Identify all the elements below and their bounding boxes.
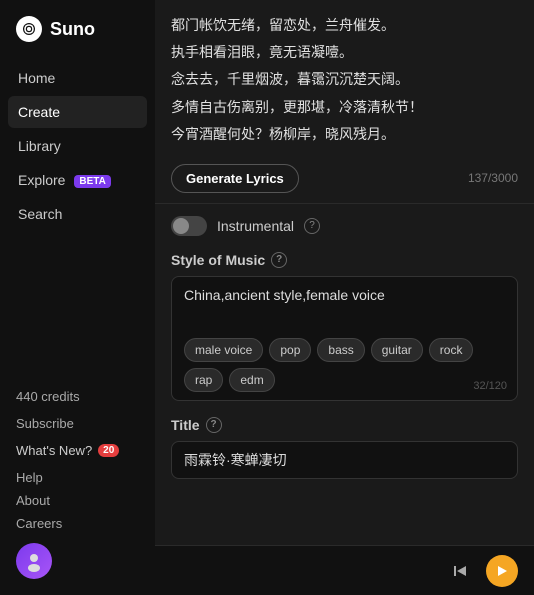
sidebar-logo: Suno [0, 16, 155, 62]
sidebar-item-create[interactable]: Create [8, 96, 147, 128]
notification-badge: 20 [98, 444, 119, 457]
style-tag-rock[interactable]: rock [429, 338, 474, 362]
generate-lyrics-row: Generate Lyrics 137/3000 [155, 156, 534, 204]
sidebar-bottom: 440 credits Subscribe What's New? 20 Hel… [0, 388, 155, 579]
instrumental-row: Instrumental ? [155, 204, 534, 248]
title-help-icon[interactable]: ? [206, 417, 222, 433]
style-help-icon[interactable]: ? [271, 252, 287, 268]
sidebar-item-home[interactable]: Home [8, 62, 147, 94]
player-spacer [155, 489, 534, 539]
generate-lyrics-button[interactable]: Generate Lyrics [171, 164, 299, 193]
lyrics-line-2: 执手相看泪眼，竟无语凝噎。 [171, 39, 518, 66]
style-section-label: Style of Music ? [171, 252, 518, 268]
lyrics-line-3: 念去去，千里烟波，暮霭沉沉楚天阔。 [171, 66, 518, 93]
lyrics-char-count: 137/3000 [468, 171, 518, 185]
instrumental-toggle[interactable] [171, 216, 207, 236]
user-avatar[interactable] [16, 543, 52, 579]
toggle-knob [173, 218, 189, 234]
lyrics-line-1: 都门帐饮无绪，留恋处，兰舟催发。 [171, 12, 518, 39]
style-tag-bass[interactable]: bass [317, 338, 364, 362]
style-textarea[interactable]: China,ancient style,female voice [184, 287, 505, 327]
main-content: 都门帐饮无绪，留恋处，兰舟催发。 执手相看泪眼，竟无语凝噎。 念去去，千里烟波，… [155, 0, 534, 595]
style-tags: male voice pop bass guitar rock rap edm [184, 338, 505, 392]
credits-display: 440 credits [16, 388, 139, 404]
title-input[interactable] [184, 452, 505, 468]
style-tag-guitar[interactable]: guitar [371, 338, 423, 362]
whats-new-item[interactable]: What's New? 20 [16, 443, 139, 458]
style-of-music-section: Style of Music ? China,ancient style,fem… [155, 248, 534, 413]
lyrics-line-5: 今宵酒醒何处？杨柳岸，晓风残月。 [171, 121, 518, 148]
suno-logo-icon [16, 16, 42, 42]
style-tag-rap[interactable]: rap [184, 368, 223, 392]
sidebar-item-explore[interactable]: Explore BETA [8, 164, 147, 196]
player-bar [155, 545, 534, 595]
style-tag-edm[interactable]: edm [229, 368, 274, 392]
sidebar-nav: Home Create Library Explore BETA Search [0, 62, 155, 230]
sidebar-item-search[interactable]: Search [8, 198, 147, 230]
skip-back-button[interactable] [444, 555, 476, 587]
sidebar: Suno Home Create Library Explore BETA Se… [0, 0, 155, 595]
sidebar-item-library[interactable]: Library [8, 130, 147, 162]
logo-text: Suno [50, 19, 95, 40]
play-button[interactable] [486, 555, 518, 587]
style-char-count: 32/120 [473, 380, 507, 392]
title-label: Title ? [171, 417, 518, 433]
title-input-wrapper [171, 441, 518, 479]
style-textarea-wrapper: China,ancient style,female voice male vo… [171, 276, 518, 401]
beta-badge: BETA [74, 175, 110, 188]
help-link[interactable]: Help [16, 470, 139, 485]
instrumental-label: Instrumental [217, 218, 294, 234]
lyrics-area: 都门帐饮无绪，留恋处，兰舟催发。 执手相看泪眼，竟无语凝噎。 念去去，千里烟波，… [155, 0, 534, 156]
subscribe-button[interactable]: Subscribe [16, 416, 139, 431]
lyrics-line-4: 多情自古伤离别，更那堪，冷落清秋节！ [171, 94, 518, 121]
careers-link[interactable]: Careers [16, 516, 139, 531]
title-section: Title ? [155, 413, 534, 489]
about-link[interactable]: About [16, 493, 139, 508]
sidebar-links: Help About Careers [16, 470, 139, 531]
instrumental-help-icon[interactable]: ? [304, 218, 320, 234]
style-tag-male-voice[interactable]: male voice [184, 338, 263, 362]
style-tag-pop[interactable]: pop [269, 338, 311, 362]
